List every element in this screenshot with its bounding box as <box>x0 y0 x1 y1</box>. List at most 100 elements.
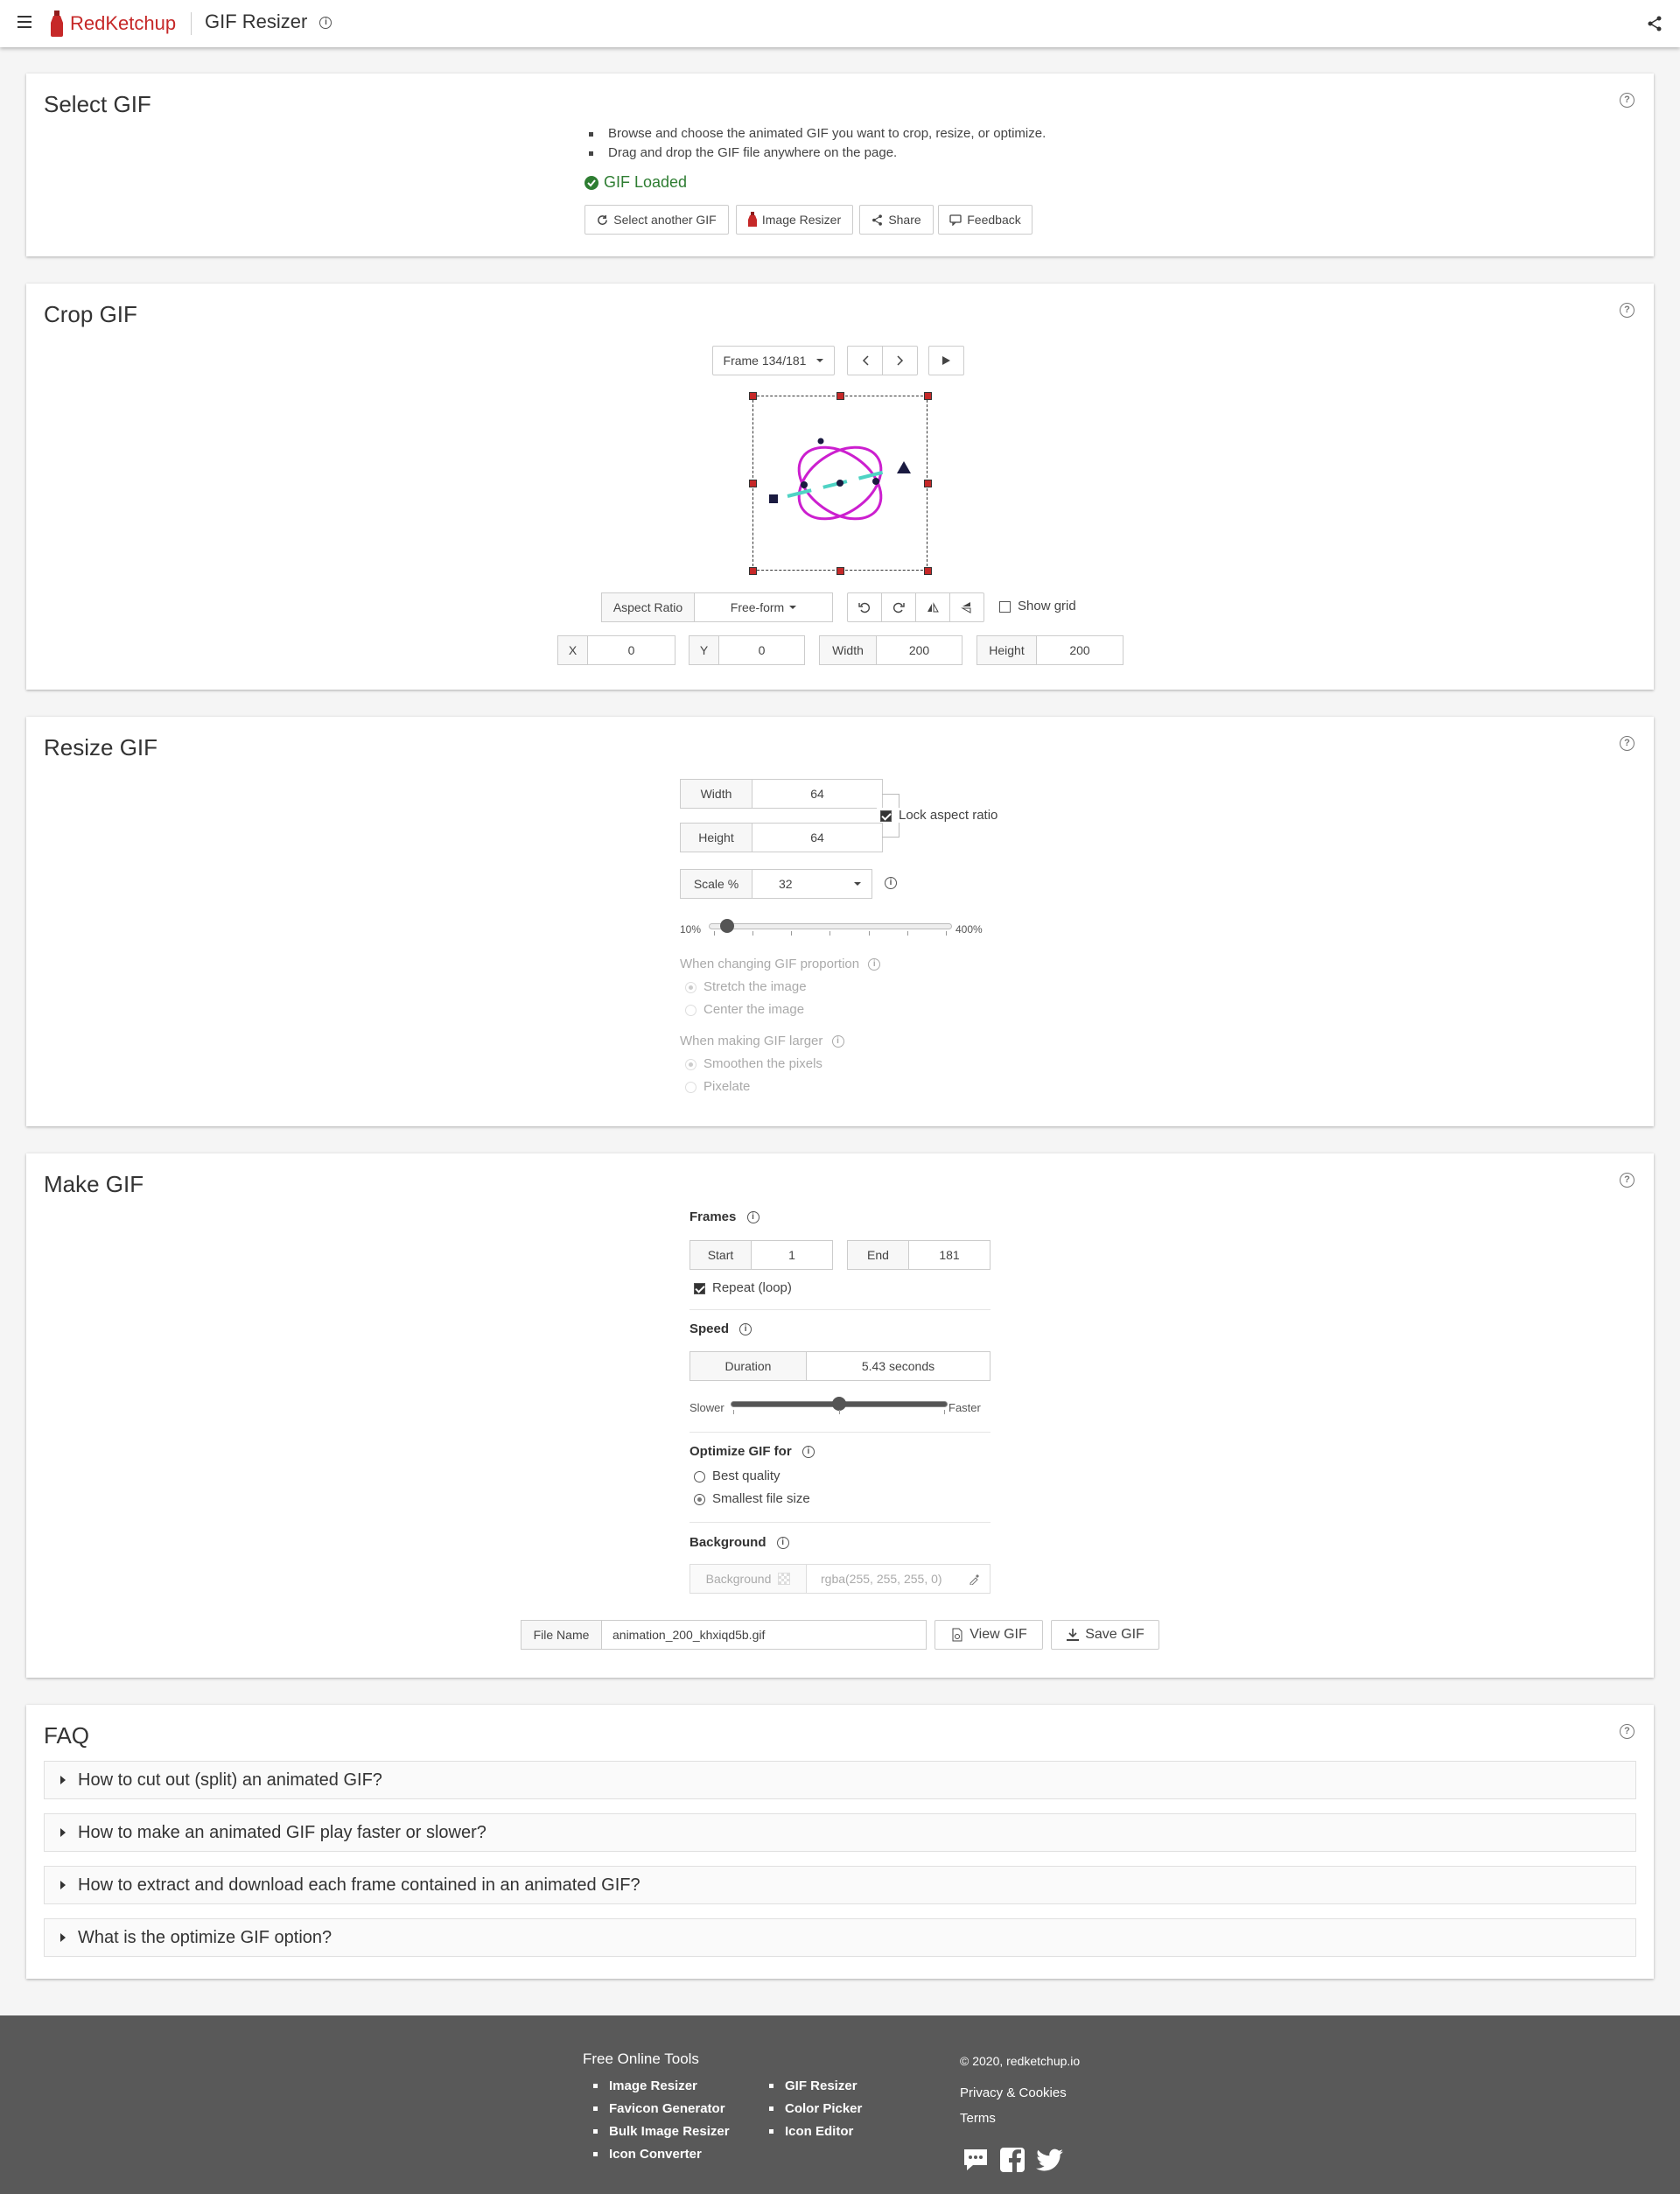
share-button[interactable]: Share <box>859 205 934 235</box>
height-input[interactable]: 200 <box>1037 636 1123 664</box>
crop-handle[interactable] <box>924 480 932 487</box>
faq-item[interactable]: What is the optimize GIF option? <box>44 1918 1636 1957</box>
facebook-icon[interactable] <box>999 2147 1026 2173</box>
start-frame-field[interactable]: Start 1 <box>690 1240 833 1270</box>
eyedropper-icon[interactable] <box>969 1573 981 1585</box>
best-quality-radio[interactable]: Best quality <box>694 1469 780 1483</box>
info-icon[interactable]: i <box>831 1035 844 1048</box>
footer-link[interactable]: Image Resizer <box>583 2078 730 2093</box>
crop-handle[interactable] <box>924 567 932 575</box>
help-icon[interactable]: ? <box>1620 1173 1634 1188</box>
end-input[interactable]: 181 <box>909 1241 990 1269</box>
file-name-input[interactable]: animation_200_khxiqd5b.gif <box>602 1621 926 1649</box>
footer-link[interactable]: Icon Converter <box>583 2147 730 2162</box>
width-input[interactable]: 200 <box>877 636 962 664</box>
info-icon[interactable]: i <box>319 17 332 30</box>
aspect-ratio-field[interactable]: Aspect Ratio Free-form <box>601 592 833 622</box>
checkbox[interactable] <box>880 810 892 822</box>
radio[interactable] <box>694 1493 705 1505</box>
radio[interactable] <box>685 1081 696 1093</box>
previous-frame-button[interactable] <box>847 346 883 375</box>
footer-link[interactable]: Favicon Generator <box>583 2101 730 2116</box>
menu-icon[interactable] <box>18 16 32 28</box>
footer-link[interactable]: Icon Editor <box>759 2124 862 2139</box>
height-input[interactable]: 64 <box>752 824 882 852</box>
stretch-radio[interactable]: Stretch the image <box>685 979 807 994</box>
flip-horizontal-button[interactable] <box>915 592 950 622</box>
feedback-button[interactable]: Feedback <box>938 205 1032 235</box>
info-icon[interactable]: i <box>776 1537 789 1550</box>
radio[interactable] <box>685 1004 696 1016</box>
footer-link[interactable]: Bulk Image Resizer <box>583 2124 730 2139</box>
crop-height-field[interactable]: Height 200 <box>976 635 1124 665</box>
background-color-field[interactable]: Background rgba(255, 255, 255, 0) <box>690 1564 990 1594</box>
info-icon[interactable]: i <box>739 1323 752 1336</box>
end-frame-field[interactable]: End 181 <box>847 1240 990 1270</box>
speed-slider-thumb[interactable] <box>832 1397 846 1411</box>
aspect-ratio-dropdown[interactable]: Free-form <box>695 593 832 621</box>
y-input[interactable]: 0 <box>719 636 804 664</box>
rotate-right-button[interactable] <box>881 592 916 622</box>
help-icon[interactable]: ? <box>1620 1724 1634 1739</box>
image-resizer-button[interactable]: Image Resizer <box>736 205 853 235</box>
file-name-field[interactable]: File Name animation_200_khxiqd5b.gif <box>521 1620 927 1650</box>
background-color-input[interactable]: rgba(255, 255, 255, 0) <box>807 1565 990 1593</box>
checkbox[interactable] <box>999 600 1011 613</box>
flip-vertical-button[interactable] <box>949 592 984 622</box>
faq-item[interactable]: How to extract and download each frame c… <box>44 1866 1636 1904</box>
privacy-link[interactable]: Privacy & Cookies <box>960 2085 1067 2100</box>
terms-link[interactable]: Terms <box>960 2111 996 2126</box>
info-icon[interactable]: i <box>868 958 881 971</box>
radio[interactable] <box>694 1470 705 1483</box>
info-icon[interactable]: i <box>885 877 897 889</box>
width-input[interactable]: 64 <box>752 780 882 808</box>
radio[interactable] <box>685 981 696 993</box>
scale-slider-track[interactable] <box>709 923 952 929</box>
crop-handle[interactable] <box>836 567 844 575</box>
crop-y-field[interactable]: Y 0 <box>689 635 805 665</box>
smoothen-radio[interactable]: Smoothen the pixels <box>685 1056 822 1071</box>
radio[interactable] <box>685 1058 696 1070</box>
center-radio[interactable]: Center the image <box>685 1002 804 1017</box>
rotate-left-button[interactable] <box>847 592 882 622</box>
crop-width-field[interactable]: Width 200 <box>819 635 962 665</box>
frame-selector-dropdown[interactable]: Frame 134/181 <box>712 346 835 375</box>
resize-height-field[interactable]: Height 64 <box>680 823 883 852</box>
start-input[interactable]: 1 <box>752 1241 832 1269</box>
duration-field[interactable]: Duration 5.43 seconds <box>690 1351 990 1381</box>
lock-aspect-ratio-checkbox[interactable]: Lock aspect ratio <box>877 808 998 823</box>
x-input[interactable]: 0 <box>588 636 675 664</box>
brand-logo-link[interactable]: RedKetchup <box>49 11 176 37</box>
checkbox[interactable] <box>694 1282 705 1294</box>
info-icon[interactable]: i <box>746 1211 760 1224</box>
info-icon[interactable]: i <box>802 1446 815 1459</box>
chat-icon[interactable] <box>962 2148 989 2172</box>
play-button[interactable] <box>928 346 964 375</box>
pixelate-radio[interactable]: Pixelate <box>685 1079 750 1094</box>
save-gif-button[interactable]: Save GIF <box>1051 1620 1159 1650</box>
repeat-loop-checkbox[interactable]: Repeat (loop) <box>694 1280 792 1295</box>
crop-handle[interactable] <box>836 392 844 400</box>
crop-x-field[interactable]: X 0 <box>557 635 676 665</box>
scale-percent-field[interactable]: Scale % 32 <box>680 869 872 899</box>
scale-dropdown[interactable]: 32 <box>752 870 872 898</box>
share-icon[interactable] <box>1647 16 1662 32</box>
crop-handle[interactable] <box>924 392 932 400</box>
faq-item[interactable]: How to cut out (split) an animated GIF? <box>44 1761 1636 1799</box>
crop-area[interactable] <box>749 392 932 575</box>
select-another-gif-button[interactable]: Select another GIF <box>584 205 729 235</box>
twitter-icon[interactable] <box>1036 2148 1064 2171</box>
footer-link[interactable]: GIF Resizer <box>759 2078 862 2093</box>
smallest-file-size-radio[interactable]: Smallest file size <box>694 1491 810 1506</box>
show-grid-checkbox[interactable]: Show grid <box>999 599 1076 613</box>
view-gif-button[interactable]: View GIF <box>934 1620 1043 1650</box>
help-icon[interactable]: ? <box>1620 736 1634 751</box>
crop-handle[interactable] <box>749 392 757 400</box>
resize-width-field[interactable]: Width 64 <box>680 779 883 809</box>
footer-link[interactable]: Color Picker <box>759 2101 862 2116</box>
help-icon[interactable]: ? <box>1620 93 1634 108</box>
help-icon[interactable]: ? <box>1620 303 1634 318</box>
next-frame-button[interactable] <box>882 346 918 375</box>
crop-handle[interactable] <box>749 480 757 487</box>
crop-handle[interactable] <box>749 567 757 575</box>
